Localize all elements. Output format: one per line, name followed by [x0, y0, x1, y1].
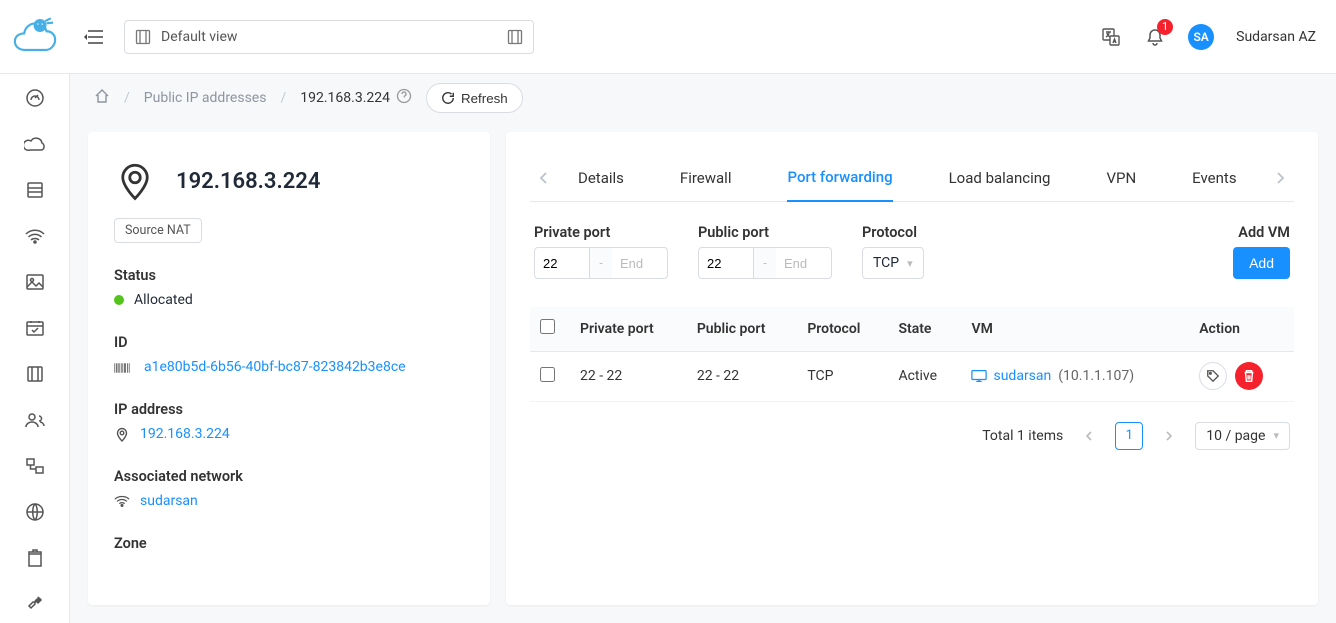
public-port-label: Public port [698, 224, 832, 241]
page-next-button[interactable] [1155, 422, 1183, 450]
refresh-button[interactable]: Refresh [426, 83, 523, 113]
nav-projects-icon[interactable] [23, 362, 47, 386]
network-label: Associated network [114, 468, 464, 485]
tab-events[interactable]: Events [1192, 154, 1236, 202]
project-icon-right [507, 29, 523, 45]
col-vm: VM [961, 307, 1189, 351]
tab-firewall[interactable]: Firewall [680, 154, 732, 202]
add-vm-label: Add VM [1238, 224, 1290, 241]
refresh-icon [441, 91, 455, 105]
pagination: Total 1 items 1 10 / page ▾ [530, 402, 1294, 450]
nav-storage-icon[interactable] [23, 178, 47, 202]
network-value[interactable]: sudarsan [140, 493, 198, 509]
project-icon [135, 29, 151, 45]
private-port-start-input[interactable] [534, 247, 590, 279]
row-checkbox[interactable] [540, 367, 555, 382]
table-row: 22 - 22 22 - 22 TCP Active sudarsan (10.… [530, 351, 1294, 401]
tag-button[interactable] [1199, 362, 1227, 390]
notification-badge: 1 [1157, 19, 1173, 35]
nav-cloud-icon[interactable] [23, 132, 47, 156]
public-port-end-input[interactable] [776, 247, 832, 279]
nav-regions-icon[interactable] [23, 454, 47, 478]
avatar[interactable]: SA [1188, 24, 1214, 50]
barcode-icon [114, 360, 134, 374]
language-icon[interactable] [1100, 26, 1122, 48]
location-pin-icon [114, 160, 156, 202]
id-label: ID [114, 334, 464, 351]
nav-users-icon[interactable] [23, 408, 47, 432]
ip-title: 192.168.3.224 [176, 169, 320, 194]
breadcrumb: / Public IP addresses / 192.168.3.224 Re… [70, 74, 1336, 122]
ip-address-label: IP address [114, 401, 464, 418]
col-state: State [888, 307, 961, 351]
source-nat-chip: Source NAT [114, 218, 202, 243]
breadcrumb-level1[interactable]: Public IP addresses [144, 90, 267, 106]
page-number[interactable]: 1 [1115, 422, 1143, 450]
port-forwarding-panel: Details Firewall Port forwarding Load ba… [506, 132, 1318, 605]
tab-scroll-left-icon[interactable] [530, 172, 558, 184]
help-icon[interactable] [396, 88, 412, 108]
page-prev-button[interactable] [1075, 422, 1103, 450]
nav-events-icon[interactable] [23, 316, 47, 340]
select-all-checkbox[interactable] [540, 319, 555, 334]
tab-port-forwarding[interactable]: Port forwarding [787, 154, 892, 202]
view-selector[interactable]: Default view [124, 20, 534, 54]
add-button[interactable]: Add [1233, 247, 1290, 279]
vm-icon [971, 369, 987, 383]
page-size-select[interactable]: 10 / page ▾ [1195, 422, 1290, 450]
tabs: Details Firewall Port forwarding Load ba… [530, 154, 1294, 202]
protocol-label: Protocol [862, 224, 924, 241]
tag-icon [1206, 369, 1220, 383]
trash-icon [1242, 369, 1256, 383]
cell-public: 22 - 22 [687, 351, 798, 401]
col-action: Action [1189, 307, 1294, 351]
nav-globe-icon[interactable] [23, 500, 47, 524]
tab-vpn[interactable]: VPN [1106, 154, 1136, 202]
logo [0, 14, 70, 60]
breadcrumb-current: 192.168.3.224 [300, 90, 390, 106]
breadcrumb-home-icon[interactable] [94, 88, 110, 108]
delete-button[interactable] [1235, 362, 1263, 390]
nav-offerings-icon[interactable] [23, 546, 47, 570]
status-label: Status [114, 267, 464, 284]
filters-row: Private port - Public port - [530, 202, 1294, 307]
tab-load-balancing[interactable]: Load balancing [949, 154, 1051, 202]
nav-images-icon[interactable] [23, 270, 47, 294]
tab-scroll-right-icon[interactable] [1266, 172, 1294, 184]
topbar: Default view 1 SA Sudarsan AZ [0, 0, 1336, 74]
vm-ip: (10.1.1.107) [1058, 368, 1134, 384]
sidebar [0, 74, 70, 623]
notifications-icon[interactable]: 1 [1144, 26, 1166, 48]
chevron-down-icon: ▾ [1273, 429, 1279, 442]
nav-network-icon[interactable] [23, 224, 47, 248]
wifi-small-icon [114, 493, 130, 509]
cell-protocol: TCP [797, 351, 888, 401]
pin-small-icon [114, 426, 130, 442]
private-port-end-input[interactable] [612, 247, 668, 279]
username: Sudarsan AZ [1236, 29, 1316, 45]
tab-details[interactable]: Details [578, 154, 624, 202]
private-port-label: Private port [534, 224, 668, 241]
status-dot-icon [114, 295, 124, 305]
sidebar-toggle-icon[interactable] [76, 19, 112, 55]
cell-private: 22 - 22 [570, 351, 687, 401]
ip-address-value[interactable]: 192.168.3.224 [140, 426, 230, 442]
id-value[interactable]: a1e80b5d-6b56-40bf-bc87-823842b3e8ce [144, 359, 406, 375]
details-panel: 192.168.3.224 Source NAT Status Allocate… [88, 132, 490, 605]
status-value: Allocated [134, 292, 193, 308]
col-protocol: Protocol [797, 307, 888, 351]
zone-label: Zone [114, 535, 464, 552]
protocol-select[interactable]: TCP ▾ [862, 247, 924, 279]
chevron-down-icon: ▾ [907, 257, 913, 270]
nav-dashboard-icon[interactable] [23, 86, 47, 110]
col-private: Private port [570, 307, 687, 351]
nav-settings-icon[interactable] [23, 592, 47, 616]
port-forwarding-table: Private port Public port Protocol State … [530, 307, 1294, 402]
col-public: Public port [687, 307, 798, 351]
total-items: Total 1 items [982, 428, 1063, 444]
view-label: Default view [161, 29, 237, 45]
public-port-start-input[interactable] [698, 247, 754, 279]
vm-link[interactable]: sudarsan [993, 368, 1051, 384]
cell-state: Active [888, 351, 961, 401]
